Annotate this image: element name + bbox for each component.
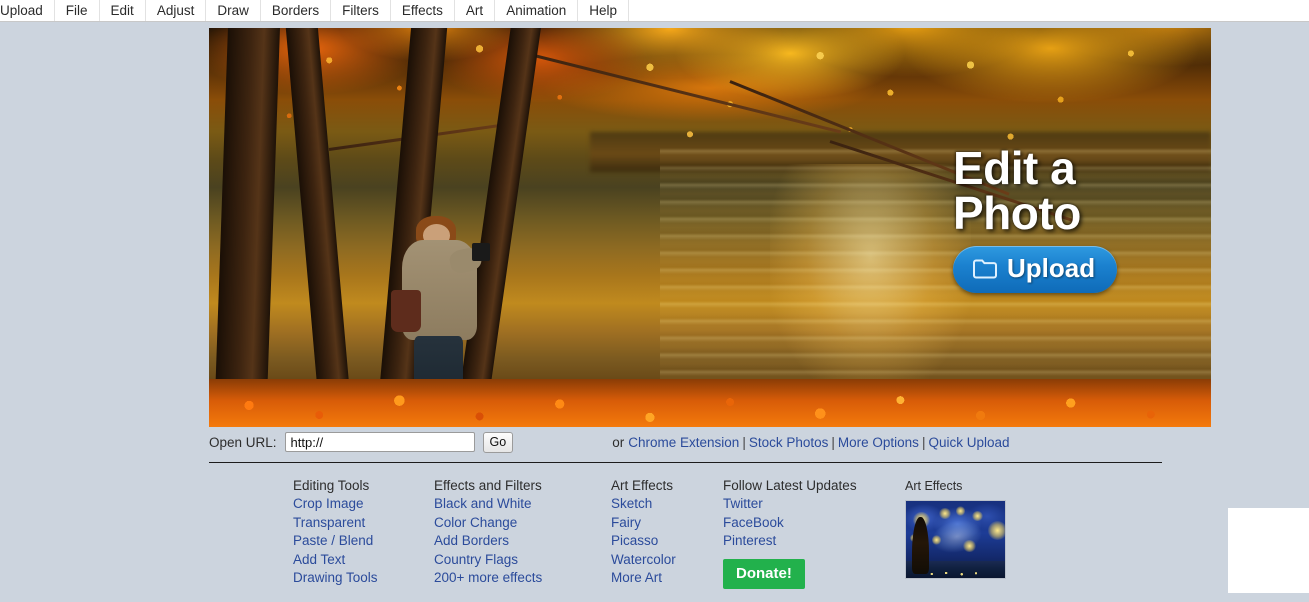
menu-item-label: Borders (271, 2, 320, 18)
link-add-text[interactable]: Add Text (293, 551, 434, 569)
menu-item-label: Draw (217, 2, 249, 18)
menu-item-help[interactable]: Help (578, 0, 629, 21)
link-fairy[interactable]: Fairy (611, 514, 723, 532)
link-chrome-extension[interactable]: Chrome Extension (628, 435, 739, 450)
link-quick-upload[interactable]: Quick Upload (928, 435, 1009, 450)
link-pinterest[interactable]: Pinterest (723, 532, 883, 550)
column-heading: Follow Latest Updates (723, 478, 857, 493)
link-separator: | (742, 434, 746, 450)
page-body: Edit a Photo Upload Open URL: Go orChrom… (0, 23, 1309, 602)
link-separator: | (921, 434, 926, 450)
menu-item-label: Animation (506, 2, 567, 18)
link-more-options[interactable]: More Options (838, 435, 919, 450)
footer-column-follow-updates: Follow Latest Updates Twitter FaceBook P… (723, 477, 883, 589)
link-stock-photos[interactable]: Stock Photos (749, 435, 829, 450)
menu-item-label: Help (589, 2, 617, 18)
link-country-flags[interactable]: Country Flags (434, 551, 611, 569)
art-effects-promo-heading: Art Effects (905, 479, 963, 493)
link-more-art[interactable]: More Art (611, 569, 723, 587)
menu-item-label: Effects (401, 2, 443, 18)
column-heading: Art Effects (611, 478, 674, 493)
menu-item-filters[interactable]: Filters (331, 0, 391, 21)
menu-item-label: Adjust (156, 2, 195, 18)
open-url-label: Open URL: (209, 434, 277, 450)
menu-item-upload[interactable]: Upload (0, 0, 55, 21)
footer-links: Editing Tools Crop Image Transparent Pas… (209, 477, 1309, 589)
link-crop-image[interactable]: Crop Image (293, 495, 434, 513)
link-transparent[interactable]: Transparent (293, 514, 434, 532)
open-url-row: Open URL: Go orChrome Extension|Stock Ph… (209, 429, 1211, 455)
menu-item-label: Edit (110, 2, 134, 18)
menu-item-label: File (65, 2, 88, 18)
menu-item-animation[interactable]: Animation (495, 0, 579, 21)
link-facebook[interactable]: FaceBook (723, 514, 883, 532)
link-paste-blend[interactable]: Paste / Blend (293, 532, 434, 550)
footer-column-art-effects: Art Effects Sketch Fairy Picasso Waterco… (611, 477, 723, 587)
starry-night-thumbnail[interactable] (905, 500, 1006, 580)
menu-item-label: Art (465, 2, 484, 18)
menu-item-label: Filters (342, 2, 379, 18)
ad-placeholder (1228, 508, 1309, 593)
menu-item-borders[interactable]: Borders (261, 0, 332, 21)
section-divider (209, 462, 1162, 463)
column-heading: Effects and Filters (434, 478, 542, 493)
menu-item-edit[interactable]: Edit (100, 0, 146, 21)
link-add-borders[interactable]: Add Borders (434, 532, 611, 550)
art-effects-promo: Art Effects (905, 477, 1025, 580)
url-input[interactable] (284, 432, 475, 452)
link-watercolor[interactable]: Watercolor (611, 551, 723, 569)
hero-overlay: Edit a Photo Upload (953, 142, 1183, 294)
main-menu-bar: Upload File Edit Adjust Draw Borders Fil… (0, 0, 1309, 22)
go-button[interactable]: Go (482, 431, 514, 453)
menu-item-label: Upload (0, 2, 43, 18)
link-sketch[interactable]: Sketch (611, 495, 723, 513)
column-heading: Editing Tools (293, 478, 370, 493)
link-drawing-tools[interactable]: Drawing Tools (293, 569, 434, 587)
quick-links-or: or (612, 434, 625, 450)
link-more-effects[interactable]: 200+ more effects (434, 569, 611, 587)
link-black-and-white[interactable]: Black and White (434, 495, 611, 513)
footer-column-effects-and-filters: Effects and Filters Black and White Colo… (434, 477, 611, 587)
link-picasso[interactable]: Picasso (611, 532, 723, 550)
link-separator: | (831, 434, 835, 450)
link-color-change[interactable]: Color Change (434, 514, 611, 532)
hero-title: Edit a Photo (953, 142, 1081, 240)
menu-item-art[interactable]: Art (455, 0, 496, 21)
menu-item-effects[interactable]: Effects (391, 0, 455, 21)
donate-button[interactable]: Donate! (723, 558, 805, 589)
photo-leaf-ground (209, 379, 1211, 427)
menu-item-adjust[interactable]: Adjust (146, 0, 207, 21)
footer-column-editing-tools: Editing Tools Crop Image Transparent Pas… (293, 477, 434, 587)
upload-button[interactable]: Upload (953, 246, 1118, 294)
menu-item-file[interactable]: File (55, 0, 100, 21)
hero-photo[interactable]: Edit a Photo Upload (209, 28, 1211, 427)
menu-item-draw[interactable]: Draw (206, 0, 261, 21)
upload-button-label: Upload (1007, 253, 1096, 284)
folder-icon (972, 258, 998, 279)
quick-links: or Chrome Extension | Stock Photos | More Opt… (612, 435, 1009, 450)
link-twitter[interactable]: Twitter (723, 495, 883, 513)
